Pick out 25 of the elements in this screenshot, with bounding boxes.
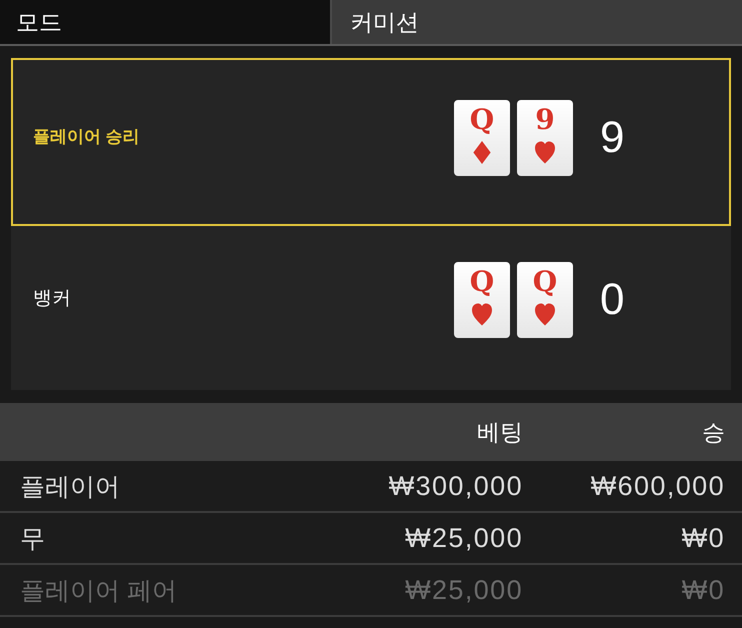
column-header: 베팅 [476,418,523,446]
heart-icon [472,303,492,326]
heart-icon [535,141,555,164]
hand-label: 뱅커 [32,287,72,311]
mode-value: 커미션 [332,0,742,44]
bet-name-cell-text: 플레이어 페어 [20,576,178,606]
card-rank: Q [470,266,494,298]
bet-amount-cell-text: ₩300,000 [388,470,523,502]
hand-score: 9 [600,113,624,162]
hand-label: 플레이어 승리 [32,126,141,148]
column-header: 승 [701,418,725,446]
win-amount-cell-text: ₩0 [680,522,725,554]
win-amount-cell-text: ₩600,000 [590,470,725,502]
bet-name-cell-text: 플레이어 [20,472,121,502]
card-rank: Q [532,266,558,298]
win-amount-cell-text: ₩0 [680,574,725,606]
bet-amount-cell-text: ₩25,000 [404,522,523,554]
diamond-icon [472,141,492,164]
mode-label: 모드 [0,0,332,44]
heart-icon [535,303,555,326]
hand-score: 0 [600,275,624,324]
bet-name-cell-text: 무 [20,524,46,554]
card-rank: 9 [535,104,555,136]
card-rank: Q [470,104,494,136]
bet-amount-cell-text: ₩25,000 [404,574,523,606]
